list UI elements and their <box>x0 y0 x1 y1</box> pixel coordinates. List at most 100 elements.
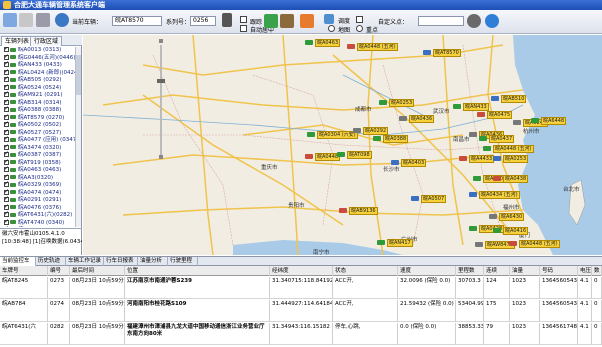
vehicle-checkbox[interactable] <box>4 210 9 218</box>
vehicle-map-label[interactable]: 皖A0304 (六安) <box>317 131 358 139</box>
vehicle-checkbox[interactable] <box>4 150 9 158</box>
map-view[interactable]: 成都市重庆市贵阳市南宁市长沙市南昌市武汉市杭州市福州市台北市广州市厦门皖A046… <box>83 35 602 255</box>
print-button[interactable] <box>19 12 33 32</box>
vehicle-checkbox[interactable] <box>4 173 9 180</box>
chart-button[interactable] <box>300 12 314 32</box>
vehicle-marker-icon[interactable] <box>373 136 381 141</box>
column-header[interactable]: 状态 <box>333 266 398 276</box>
vehicle-checkbox[interactable] <box>4 98 9 105</box>
current-vehicle-field[interactable]: 皖AT8570 <box>112 16 162 26</box>
vehicle-map-label[interactable]: 皖A0475 <box>487 111 513 119</box>
vehicle-checkbox[interactable] <box>4 158 9 165</box>
phone-button[interactable] <box>222 12 234 32</box>
map-radio[interactable] <box>328 25 335 32</box>
vehicle-map-label[interactable]: 皖A0388 <box>383 135 409 143</box>
table-row[interactable]: 皖AT6431(六 0282 08月23日 10点59分 福建漳州市漳浦县九龙大道中国… <box>0 323 602 345</box>
vehicle-map-label[interactable]: 皖A0416 <box>503 227 529 235</box>
vehicle-marker-icon[interactable] <box>411 196 419 201</box>
vehicle-marker-icon[interactable] <box>353 128 361 133</box>
vehicle-checkbox[interactable] <box>4 128 9 135</box>
vehicle-marker-icon[interactable] <box>469 226 477 231</box>
vehicle-marker-icon[interactable] <box>423 50 431 55</box>
vehicle-checkbox[interactable] <box>4 113 9 120</box>
vehicle-marker-icon[interactable] <box>531 118 539 123</box>
vehicle-marker-icon[interactable] <box>339 208 347 213</box>
vehicle-map-label[interactable]: 皖A0292 <box>363 127 389 135</box>
vehicle-list-item[interactable]: 皖A0329 (0369) <box>0 180 76 190</box>
vehicle-marker-icon[interactable] <box>453 104 461 109</box>
vehicle-marker-icon[interactable] <box>483 146 491 151</box>
vehicle-marker-icon[interactable] <box>469 132 477 137</box>
vehicle-checkbox[interactable] <box>4 135 9 143</box>
vehicle-checkbox[interactable] <box>4 75 9 83</box>
vehicle-list-item[interactable]: 皖A0474 (0474) <box>0 188 76 198</box>
vehicle-list-item[interactable]: 皖AL0424 (新郎)(0424) <box>0 68 76 78</box>
vehicle-checkbox[interactable] <box>4 203 9 210</box>
vehicle-list-item[interactable]: 皖A0527 (0527) <box>0 128 76 138</box>
vehicle-list-item[interactable]: 皖G0446(五河)(0446) <box>0 53 76 63</box>
vehicle-marker-icon[interactable] <box>337 152 345 157</box>
vehicle-map-label[interactable]: 皖A0507 <box>421 195 447 203</box>
vehicle-list-item[interactable]: 皖A0291 (0291) <box>0 195 76 205</box>
column-header[interactable]: 连续 <box>484 266 510 276</box>
vehicle-map-label[interactable]: 皖A0253 <box>503 155 529 163</box>
vehicle-list-item[interactable]: 皖A0387 (0387) <box>0 150 76 160</box>
column-header[interactable]: 号码 <box>540 266 578 276</box>
vehicle-list-item[interactable]: 皖AM921 (0291) <box>0 90 76 100</box>
series-field[interactable]: 0256 <box>190 16 216 26</box>
vehicle-checkbox[interactable] <box>4 180 9 188</box>
vehicle-checkbox[interactable] <box>4 120 9 128</box>
settings-button[interactable] <box>280 12 294 32</box>
vehicle-checkbox[interactable] <box>4 218 9 225</box>
add-button[interactable] <box>264 12 278 32</box>
vehicle-map-label[interactable]: 皖A0463 <box>315 39 341 47</box>
vehicle-list-item[interactable]: 皖AT919 (0358) <box>0 158 76 168</box>
vehicle-marker-icon[interactable] <box>347 44 355 49</box>
vehicle-list-item[interactable]: 皖AT4740 (0340) <box>0 218 76 228</box>
vehicle-marker-icon[interactable] <box>305 154 313 159</box>
vehicle-checkbox[interactable] <box>4 143 9 150</box>
tab-work-record[interactable]: 车辆工作记录 <box>66 257 104 266</box>
vehicle-map-label[interactable]: 皖A6430 <box>499 213 525 221</box>
vehicle-map-label[interactable]: 皖A0253 <box>389 99 415 107</box>
vehicle-checkbox[interactable] <box>4 105 9 113</box>
table-row[interactable]: 皖AT8245 0273 08月23日 10点59分 江苏南京市南通沪蓉S239 31.… <box>0 277 602 299</box>
column-header[interactable]: 电压 <box>578 266 592 276</box>
vehicle-checkbox[interactable] <box>4 60 9 68</box>
zoom-control[interactable] <box>156 39 166 159</box>
vehicle-checkbox[interactable] <box>4 195 9 203</box>
vehicle-marker-icon[interactable] <box>469 192 477 197</box>
vehicle-list-item[interactable]: 皖A0013 (0313) <box>0 47 76 55</box>
vehicle-marker-icon[interactable] <box>473 176 481 181</box>
vehicle-map-label[interactable]: 皖A0434 (五河) <box>479 191 520 199</box>
vehicle-map-label[interactable]: 皖AT098 <box>347 151 372 159</box>
column-header[interactable]: 数 <box>592 266 602 276</box>
table-row[interactable]: 皖AB784 0274 08月23日 10点59分 河南南阳市桂花路S109 31.44… <box>0 300 602 322</box>
vehicle-marker-icon[interactable] <box>399 116 407 121</box>
vehicle-list-item[interactable]: 皖A0388 (0388) <box>0 105 76 115</box>
column-header[interactable]: 位置 <box>125 266 270 276</box>
vehicle-checkbox[interactable] <box>4 47 9 53</box>
vehicle-marker-icon[interactable] <box>489 214 497 219</box>
vehicle-map-label[interactable]: 皖A0403 <box>401 159 427 167</box>
column-header[interactable]: 最后时间 <box>70 266 125 276</box>
vehicle-checkbox[interactable] <box>4 68 9 75</box>
browser-button[interactable] <box>485 12 499 32</box>
vehicle-map-label[interactable]: 皖A0448 (五河) <box>519 240 560 248</box>
follow-checkbox[interactable] <box>240 16 247 23</box>
column-header[interactable]: 里程数 <box>456 266 484 276</box>
zoom-slider[interactable] <box>156 39 166 159</box>
vehicle-map-label[interactable]: 皖AN417 <box>387 239 413 247</box>
vehicle-map-label[interactable]: 皖A0438 <box>503 175 529 183</box>
vehicle-marker-icon[interactable] <box>493 156 501 161</box>
column-header[interactable]: 车牌号 <box>0 266 48 276</box>
vehicle-marker-icon[interactable] <box>509 241 517 246</box>
vehicle-list-item[interactable]: 皖A0502 (0502) <box>0 120 76 130</box>
vehicle-checkbox[interactable] <box>4 90 9 98</box>
search-button[interactable] <box>467 12 481 32</box>
vehicle-checkbox[interactable] <box>4 188 9 195</box>
vehicle-checkbox[interactable] <box>4 83 9 90</box>
vehicle-map-label[interactable]: 皖A0448 (五河) <box>357 43 398 51</box>
point-checkbox[interactable] <box>356 16 363 23</box>
vehicle-marker-icon[interactable] <box>479 136 487 141</box>
